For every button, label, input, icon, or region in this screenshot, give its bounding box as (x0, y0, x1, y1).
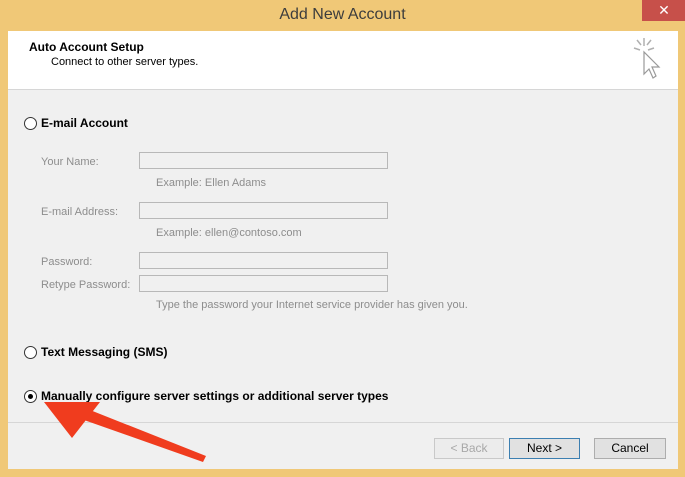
email-address-field[interactable] (139, 202, 388, 219)
email-address-hint: Example: ellen@contoso.com (156, 227, 302, 239)
footer-divider (8, 422, 678, 423)
header-subtitle: Connect to other server types. (51, 56, 199, 68)
back-button[interactable]: < Back (434, 438, 504, 459)
retype-password-field[interactable] (139, 275, 388, 292)
password-label: Password: (41, 256, 93, 268)
your-name-hint: Example: Ellen Adams (156, 177, 267, 189)
header-title: Auto Account Setup (29, 40, 144, 54)
email-account-radio[interactable] (24, 116, 37, 130)
email-account-label: E-mail Account (41, 116, 128, 130)
email-account-option[interactable]: E-mail Account (24, 116, 128, 130)
sms-radio[interactable] (24, 345, 37, 359)
sms-option[interactable]: Text Messaging (SMS) (24, 345, 167, 359)
password-hint: Type the password your Internet service … (156, 299, 468, 311)
next-button[interactable]: Next > (509, 438, 580, 459)
close-button[interactable]: ✕ (642, 0, 685, 21)
window-title: Add New Account (279, 6, 406, 23)
manual-config-option[interactable]: Manually configure server settings or ad… (24, 389, 388, 403)
password-field[interactable] (139, 252, 388, 269)
sms-label: Text Messaging (SMS) (41, 345, 168, 359)
cursor-sparkle-icon (633, 38, 661, 79)
your-name-field[interactable] (139, 152, 388, 169)
manual-config-label: Manually configure server settings or ad… (41, 389, 389, 403)
add-new-account-window: Add New Account ✕ Auto Account Setup Con… (0, 0, 685, 477)
email-address-label: E-mail Address: (41, 206, 119, 218)
dialog-body: Auto Account Setup Connect to other serv… (8, 31, 678, 469)
retype-password-label: Retype Password: (41, 279, 131, 291)
manual-config-radio[interactable] (24, 389, 37, 403)
dialog-header: Auto Account Setup Connect to other serv… (8, 31, 678, 90)
title-bar[interactable]: Add New Account ✕ (0, 0, 685, 31)
your-name-label: Your Name: (41, 156, 99, 168)
cancel-button[interactable]: Cancel (594, 438, 666, 459)
